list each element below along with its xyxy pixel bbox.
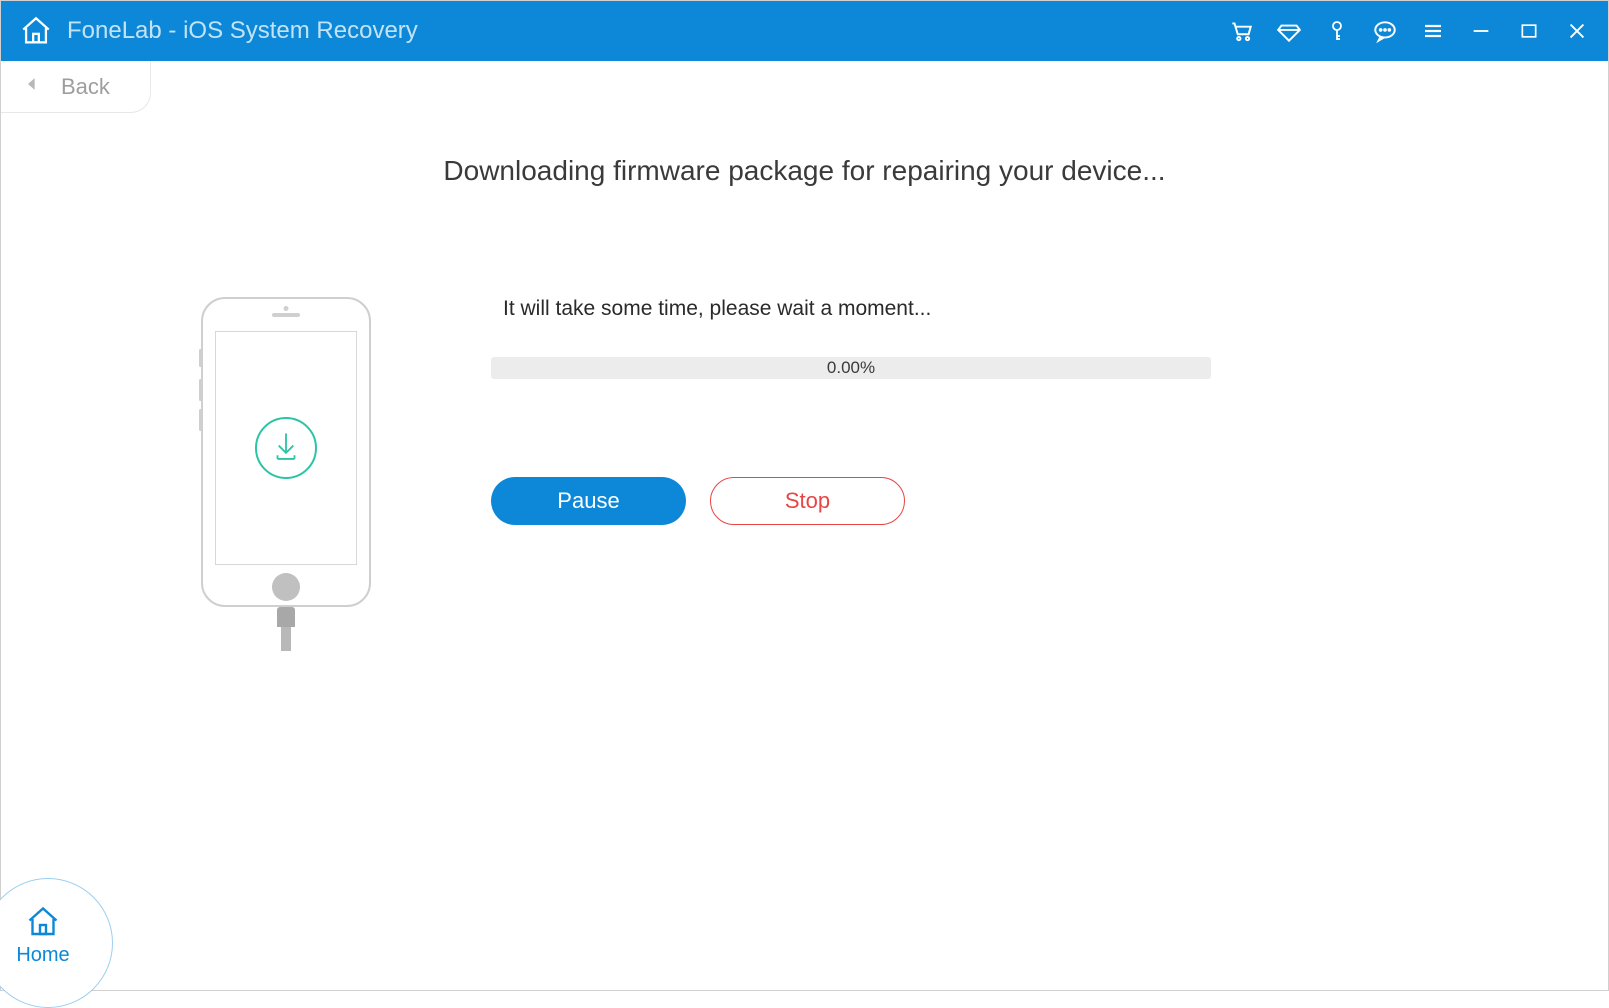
home-icon — [25, 904, 61, 940]
progress-bar: 0.00% — [491, 357, 1211, 379]
phone-illustration — [201, 297, 371, 607]
back-arrow-icon — [23, 74, 43, 99]
cart-icon[interactable] — [1228, 18, 1254, 44]
titlebar-left: FoneLab - iOS System Recovery — [19, 14, 418, 48]
home-corner-button[interactable]: Home — [0, 878, 113, 1008]
main-content: Downloading firmware package for repairi… — [1, 113, 1608, 607]
app-title: FoneLab - iOS System Recovery — [67, 17, 418, 45]
maximize-icon[interactable] — [1516, 18, 1542, 44]
titlebar: FoneLab - iOS System Recovery — [1, 1, 1608, 61]
content-row: It will take some time, please wait a mo… — [1, 287, 1608, 607]
home-logo-icon[interactable] — [19, 14, 53, 48]
menu-icon[interactable] — [1420, 18, 1446, 44]
close-icon[interactable] — [1564, 18, 1590, 44]
progress-section: It will take some time, please wait a mo… — [491, 287, 1211, 607]
titlebar-right — [1228, 18, 1590, 44]
wait-message: It will take some time, please wait a mo… — [491, 297, 1211, 321]
phone-illustration-section — [81, 287, 491, 607]
page-heading: Downloading firmware package for repairi… — [443, 155, 1165, 187]
progress-percent: 0.00% — [827, 358, 875, 378]
button-row: Pause Stop — [491, 477, 1211, 525]
diamond-icon[interactable] — [1276, 18, 1302, 44]
key-icon[interactable] — [1324, 18, 1350, 44]
back-label: Back — [61, 74, 110, 100]
download-icon — [255, 417, 317, 479]
minimize-icon[interactable] — [1468, 18, 1494, 44]
stop-button[interactable]: Stop — [710, 477, 905, 525]
chat-icon[interactable] — [1372, 18, 1398, 44]
home-corner-label: Home — [16, 944, 69, 967]
pause-button[interactable]: Pause — [491, 477, 686, 525]
back-button[interactable]: Back — [1, 61, 151, 113]
